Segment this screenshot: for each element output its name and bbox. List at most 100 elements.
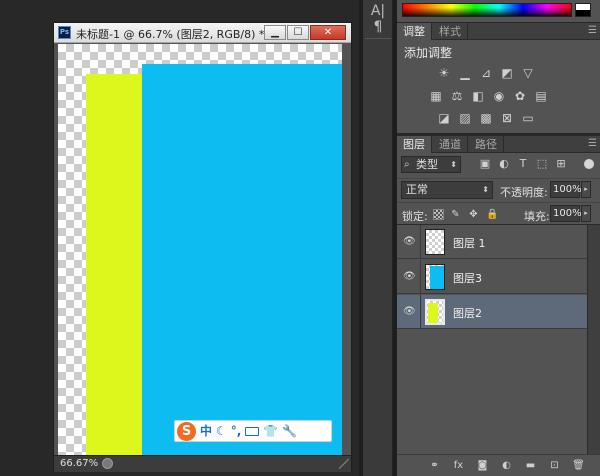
fill-input[interactable]: 100%	[550, 205, 582, 222]
exposure-icon[interactable]: ◩	[500, 66, 514, 80]
document-title: 未标题-1 @ 66.7% (图层2, RGB/8) *	[76, 28, 265, 41]
canvas-area[interactable]: S 中 ☾ °, 👕 🔧	[54, 44, 351, 455]
layer-3-blue-rectangle[interactable]	[142, 64, 342, 455]
threshold-icon[interactable]: ▩	[479, 111, 493, 125]
layer-list: 👁 图层 1 👁 图层3 👁 图层2	[397, 224, 600, 455]
link-layers-icon[interactable]: ⚭	[428, 459, 441, 472]
layer-row-layer-1[interactable]: 👁 图层 1	[397, 225, 587, 259]
adjustments-tabs: 调整 样式 ☰	[397, 23, 600, 40]
tab-layers[interactable]: 图层	[397, 136, 432, 153]
color-lookup-icon[interactable]: ▤	[534, 89, 548, 103]
lock-transparent-pixels-icon[interactable]	[433, 209, 444, 220]
new-group-icon[interactable]: ▬	[524, 459, 537, 472]
posterize-icon[interactable]: ▨	[458, 111, 472, 125]
ime-punctuation-icon[interactable]: °,	[231, 421, 242, 441]
panel-menu-icon[interactable]: ☰	[588, 25, 597, 36]
blend-opacity-row: 正常 ⬍ 不透明度: 100% ▸	[397, 178, 600, 200]
chevron-down-icon: ⬍	[482, 185, 489, 194]
brightness-contrast-icon[interactable]: ☀	[437, 66, 451, 80]
eye-icon[interactable]: 👁	[403, 306, 416, 318]
layer-name[interactable]: 图层3	[453, 270, 482, 286]
resize-grip-icon[interactable]	[339, 459, 349, 469]
color-panel	[397, 0, 600, 22]
color-balance-icon[interactable]: ⚖	[450, 89, 464, 103]
add-adjustment-title: 添加调整	[404, 46, 453, 60]
gradient-map-icon[interactable]: ▭	[521, 111, 535, 125]
tab-channels[interactable]: 通道	[433, 136, 468, 153]
layer-row-layer-2[interactable]: 👁 图层2	[397, 295, 587, 329]
search-icon: ⌕	[404, 159, 410, 170]
color-spectrum[interactable]	[402, 3, 572, 17]
filter-toggle-icon[interactable]	[584, 159, 594, 169]
ime-keyboard-icon[interactable]	[245, 426, 260, 436]
fill-dropdown-icon[interactable]: ▸	[581, 205, 591, 222]
layer-name[interactable]: 图层 1	[453, 235, 486, 251]
invert-icon[interactable]: ◪	[437, 111, 451, 125]
adjustment-filter-icon[interactable]: ◐	[498, 158, 510, 170]
ime-skin-icon[interactable]: 👕	[263, 421, 278, 441]
minimize-button[interactable]: ▁	[264, 25, 286, 40]
layers-filter-bar: ⌕ 类型 ⬍ ▣ ◐ T ⬚ ⊞	[397, 154, 600, 178]
maximize-button[interactable]: ☐	[287, 25, 309, 40]
layers-tabs: 图层 通道 路径 ☰	[397, 136, 600, 153]
channel-mixer-icon[interactable]: ✿	[513, 89, 527, 103]
tab-styles[interactable]: 样式	[433, 23, 468, 40]
opacity-input[interactable]: 100%	[550, 181, 582, 198]
eye-icon[interactable]: 👁	[403, 236, 416, 248]
strip-separator	[365, 38, 391, 39]
paragraph-panel-icon[interactable]: ¶	[366, 16, 390, 38]
lock-all-icon[interactable]: 🔒	[486, 209, 498, 220]
hue-saturation-icon[interactable]: ▦	[429, 89, 443, 103]
canvas[interactable]: S 中 ☾ °, 👕 🔧	[58, 44, 342, 455]
ime-chinese-mode[interactable]: 中	[200, 421, 212, 441]
ime-tools-icon[interactable]: 🔧	[282, 421, 297, 441]
add-mask-icon[interactable]: ◙	[476, 459, 489, 472]
opacity-label: 不透明度:	[500, 186, 548, 199]
opacity-dropdown-icon[interactable]: ▸	[581, 181, 591, 198]
layer-row-layer-3[interactable]: 👁 图层3	[397, 260, 587, 294]
tab-adjustments[interactable]: 调整	[397, 23, 432, 40]
blend-mode-select[interactable]: 正常 ⬍	[401, 181, 493, 199]
black-white-icon[interactable]: ◧	[471, 89, 485, 103]
vibrance-icon[interactable]: ▽	[521, 66, 535, 80]
selective-color-icon[interactable]: ⊠	[500, 111, 514, 125]
layer-name[interactable]: 图层2	[453, 305, 482, 321]
curves-icon[interactable]: ⊿	[479, 66, 493, 80]
lock-image-pixels-icon[interactable]: ✎	[450, 209, 461, 220]
adjustment-row-3: ◪ ▨ ▩ ⊠ ▭	[437, 111, 535, 125]
delete-layer-icon[interactable]: 🗑	[572, 459, 585, 472]
shape-filter-icon[interactable]: ⬚	[536, 158, 548, 170]
layers-scrollbar[interactable]	[587, 225, 600, 455]
new-layer-icon[interactable]: ⊡	[548, 459, 561, 472]
document-titlebar[interactable]: Ps 未标题-1 @ 66.7% (图层2, RGB/8) * ▁ ☐ ✕	[54, 23, 351, 43]
lock-fill-row: 锁定: ✎ ✥ 🔒 填充: 100% ▸	[397, 202, 600, 224]
black-white-swatch[interactable]	[575, 3, 591, 17]
pixel-filter-icon[interactable]: ▣	[479, 158, 491, 170]
layer-thumbnail	[425, 229, 445, 255]
status-info-icon[interactable]	[102, 458, 113, 469]
chevron-down-icon: ⬍	[450, 160, 457, 169]
layer-style-fx-icon[interactable]: fx	[452, 459, 465, 472]
smart-object-filter-icon[interactable]: ⊞	[555, 158, 567, 170]
kind-filter-label: 类型	[416, 158, 438, 171]
layers-panel-menu-icon[interactable]: ☰	[588, 138, 597, 149]
document-status-bar: 66.67%	[54, 455, 351, 472]
lock-position-icon[interactable]: ✥	[468, 209, 479, 220]
lock-label: 锁定:	[402, 210, 428, 223]
blend-mode-value: 正常	[406, 183, 428, 196]
photo-filter-icon[interactable]: ◉	[492, 89, 506, 103]
type-filter-icon[interactable]: T	[517, 158, 529, 170]
sogou-logo-icon[interactable]: S	[177, 421, 196, 441]
layer-2-yellow-rectangle[interactable]	[86, 74, 142, 455]
thumbnail-yellow-fill	[428, 303, 438, 323]
kind-filter-select[interactable]: ⌕ 类型 ⬍	[401, 156, 461, 173]
eye-icon[interactable]: 👁	[403, 271, 416, 283]
ime-toolbar[interactable]: S 中 ☾ °, 👕 🔧	[174, 420, 332, 442]
tab-paths[interactable]: 路径	[469, 136, 504, 153]
ime-moon-icon[interactable]: ☾	[216, 421, 227, 441]
close-button[interactable]: ✕	[310, 25, 346, 40]
document-window[interactable]: Ps 未标题-1 @ 66.7% (图层2, RGB/8) * ▁ ☐ ✕ S …	[53, 22, 352, 472]
new-adjustment-layer-icon[interactable]: ◐	[500, 459, 513, 472]
levels-icon[interactable]: ▁	[458, 66, 472, 80]
zoom-level[interactable]: 66.67%	[60, 458, 98, 469]
